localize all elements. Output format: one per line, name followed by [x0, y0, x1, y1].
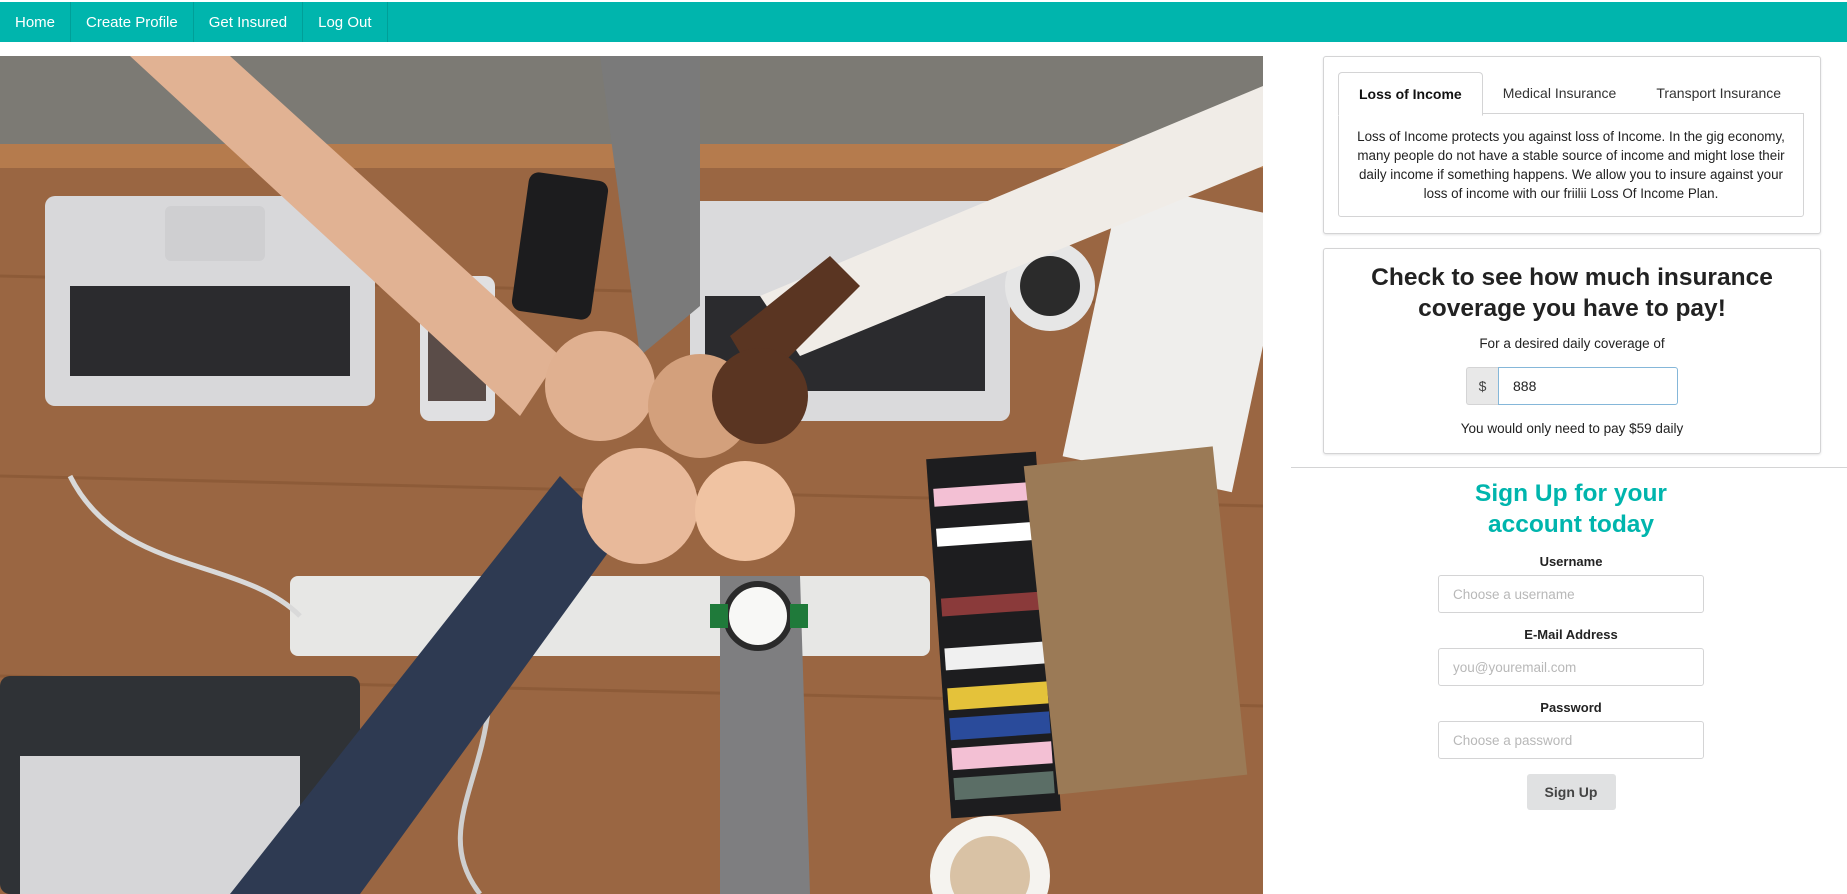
insurance-tabs: Loss of Income Medical Insurance Transpo…	[1338, 72, 1806, 116]
sign-up-button[interactable]: Sign Up	[1526, 774, 1616, 810]
premium-result: You would only need to pay $59 daily	[1460, 421, 1684, 436]
username-label: Username	[1539, 554, 1603, 569]
signup-form: Sign Up for your account today Username …	[1430, 478, 1712, 810]
section-divider	[1291, 467, 1847, 468]
insurance-tabs-card: Loss of Income Medical Insurance Transpo…	[1323, 56, 1821, 234]
nav-create-profile-link[interactable]: Create Profile	[71, 2, 194, 42]
coverage-calculator-card: Check to see how much insurance coverage…	[1323, 248, 1821, 454]
signup-title: Sign Up for your account today	[1475, 480, 1667, 538]
tab-transport-insurance[interactable]: Transport Insurance	[1636, 72, 1801, 114]
password-label: Password	[1540, 700, 1602, 715]
coverage-input[interactable]	[1498, 367, 1678, 405]
calculator-heading: Check to see how much insurance coverage…	[1371, 264, 1773, 322]
tab-content: Loss of Income protects you against loss…	[1338, 113, 1804, 217]
nav-get-insured-link[interactable]: Get Insured	[194, 2, 304, 42]
tab-medical-insurance[interactable]: Medical Insurance	[1483, 72, 1637, 114]
coverage-label: For a desired daily coverage of	[1479, 336, 1665, 351]
top-navbar: Home Create Profile Get Insured Log Out	[0, 2, 1847, 42]
email-label: E-Mail Address	[1524, 627, 1618, 642]
nav-home-link[interactable]: Home	[0, 2, 72, 42]
tab-loss-of-income[interactable]: Loss of Income	[1338, 72, 1483, 116]
email-input[interactable]	[1438, 648, 1704, 686]
hero-image	[0, 56, 1263, 894]
username-input[interactable]	[1438, 575, 1704, 613]
coverage-input-group: $	[1466, 367, 1678, 405]
password-input[interactable]	[1438, 721, 1704, 759]
nav-log-out-link[interactable]: Log Out	[303, 2, 388, 42]
currency-prefix: $	[1466, 367, 1498, 405]
